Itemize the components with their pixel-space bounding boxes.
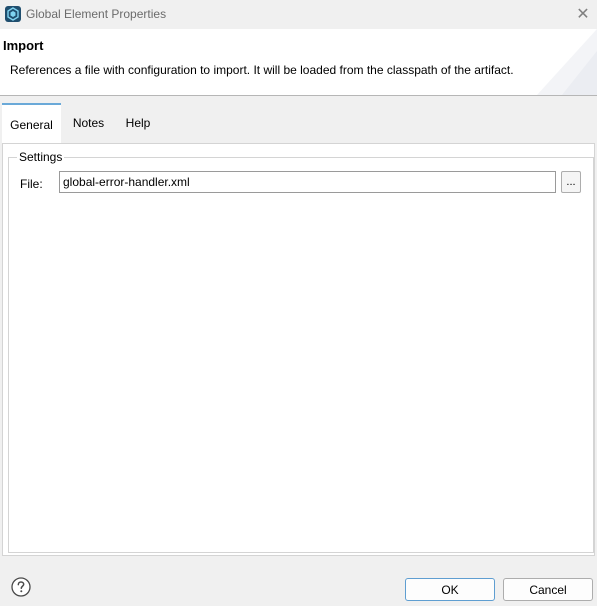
- header-decoration: [537, 29, 597, 95]
- header-description: References a file with configuration to …: [10, 63, 514, 77]
- dialog-header: Import References a file with configurat…: [0, 29, 597, 96]
- app-icon: [5, 6, 21, 22]
- cancel-button[interactable]: Cancel: [503, 578, 593, 601]
- file-label: File:: [20, 177, 43, 191]
- settings-group: Settings: [8, 150, 594, 553]
- tab-help[interactable]: Help: [116, 103, 160, 143]
- window-title: Global Element Properties: [26, 7, 167, 21]
- tab-notes[interactable]: Notes: [64, 103, 113, 143]
- header-title: Import: [3, 38, 44, 53]
- browse-button[interactable]: ...: [561, 171, 581, 193]
- file-input[interactable]: global-error-handler.xml: [59, 171, 556, 193]
- dialog-footer: OK Cancel: [0, 556, 597, 606]
- settings-legend: Settings: [17, 150, 65, 164]
- close-icon[interactable]: ✕: [571, 2, 595, 26]
- tab-general[interactable]: General: [2, 103, 61, 145]
- tab-bar: General Notes Help: [0, 101, 597, 145]
- ok-button[interactable]: OK: [405, 578, 495, 601]
- question-circle-icon[interactable]: [11, 577, 31, 597]
- title-bar: Global Element Properties ✕: [0, 0, 597, 29]
- tab-content: Settings File: global-error-handler.xml …: [2, 143, 595, 556]
